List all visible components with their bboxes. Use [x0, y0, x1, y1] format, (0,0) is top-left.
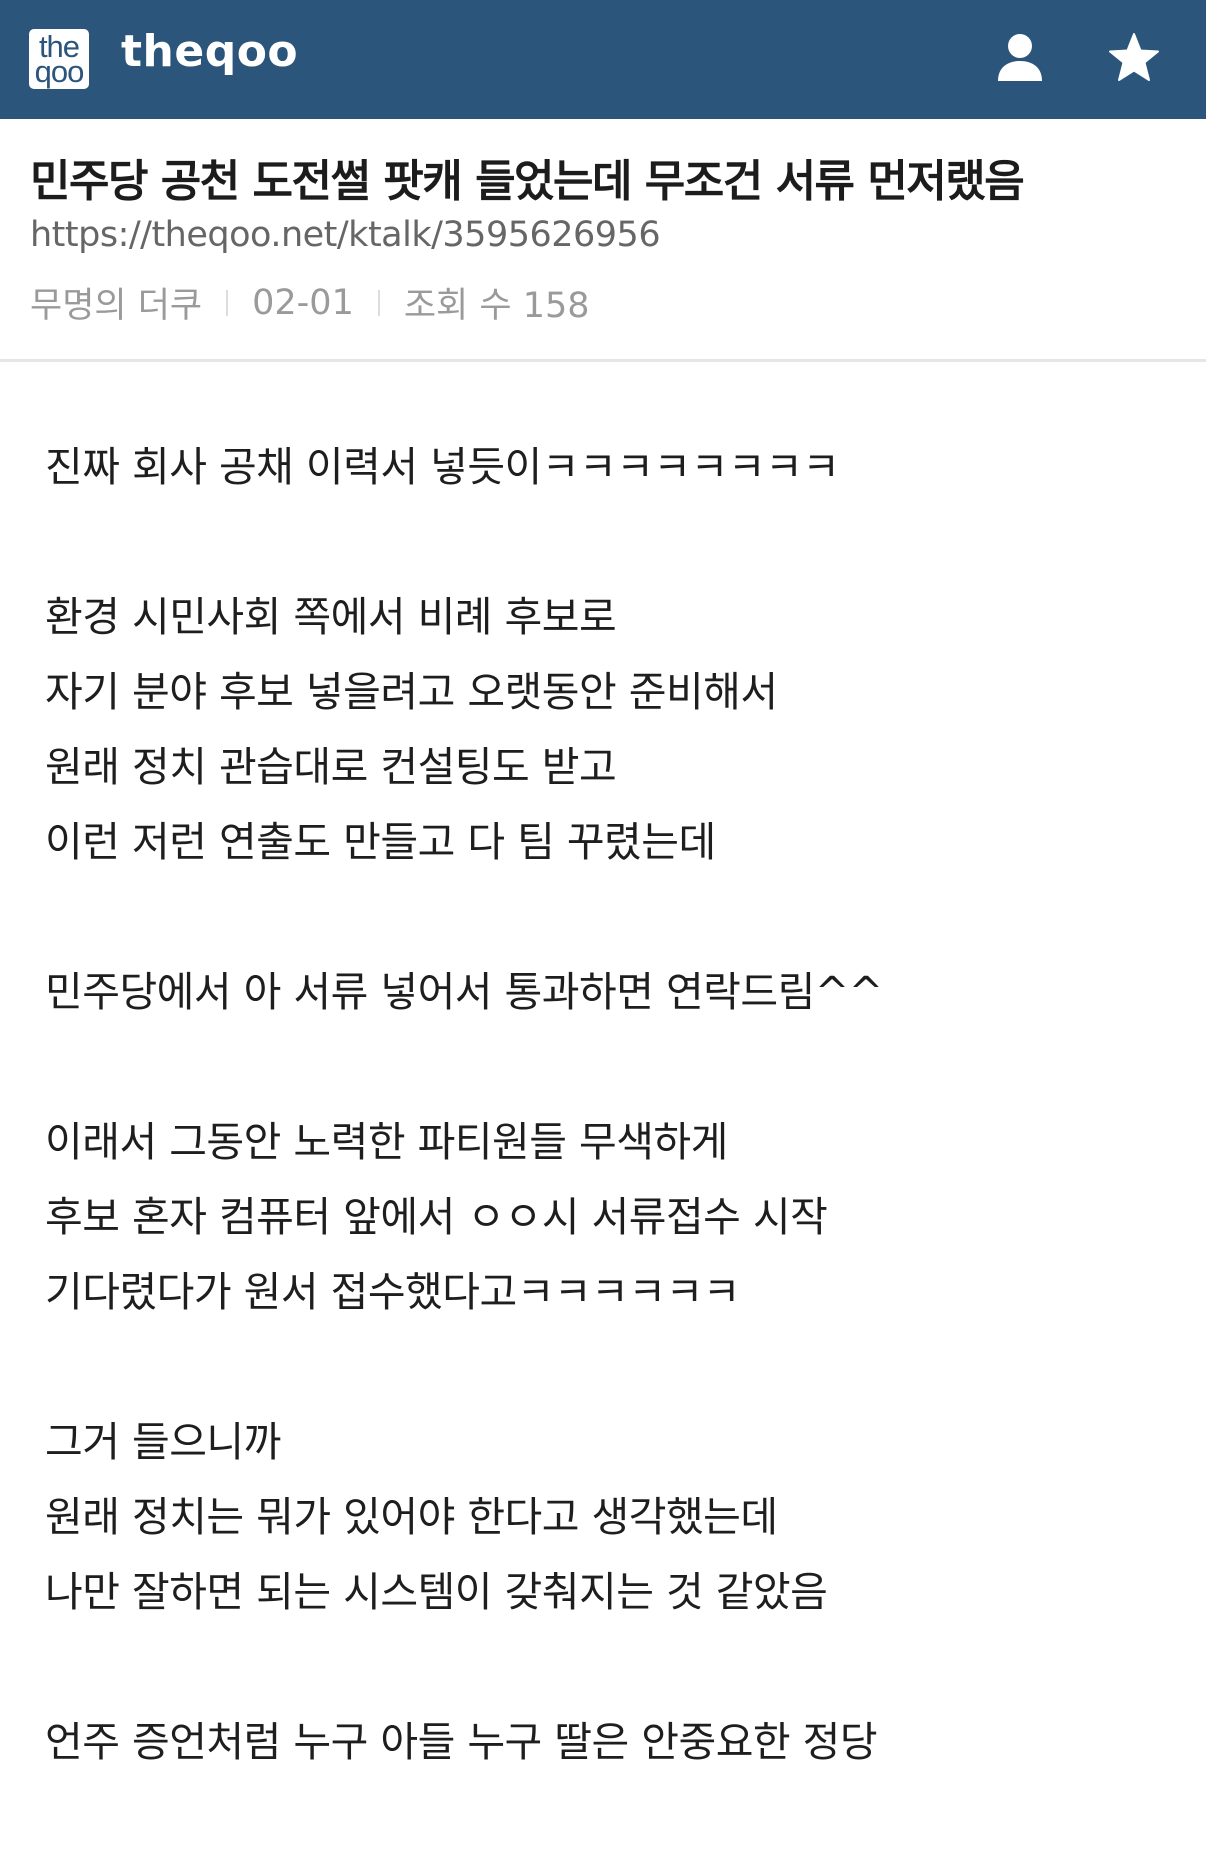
top-navigation-bar: the qoo theqoo	[0, 0, 1206, 119]
post-body: 진짜 회사 공채 이력서 넣듯이ㅋㅋㅋㅋㅋㅋㅋㅋ 환경 시민사회 쪽에서 비례 후…	[45, 430, 1185, 1780]
body-line: 언주 증언처럼 누구 아들 누구 딸은 안중요한 정당	[45, 1718, 878, 1766]
user-icon-svg	[998, 34, 1042, 81]
body-line: 그거 들으니까	[45, 1418, 281, 1466]
post-title: 민주당 공천 도전썰 팟캐 들었는데 무조건 서류 먼저랬음	[30, 156, 1025, 207]
body-line: 민주당에서 아 서류 넣어서 통과하면 연락드림^^	[45, 968, 883, 1016]
body-line: 자기 분야 후보 넣을려고 오랫동안 준비해서	[45, 668, 778, 716]
post-meta: 무명의 더쿠 02-01 조회 수 158	[30, 277, 590, 328]
post-date: 02-01	[252, 282, 354, 323]
user-icon[interactable]	[992, 30, 1048, 86]
body-line: 환경 시민사회 쪽에서 비례 후보로	[45, 593, 617, 641]
body-line: 이래서 그동안 노력한 파티원들 무색하게	[45, 1118, 728, 1166]
body-line: 진짜 회사 공채 이력서 넣듯이ㅋㅋㅋㅋㅋㅋㅋㅋ	[45, 443, 840, 491]
body-line: 원래 정치는 뭐가 있어야 한다고 생각했는데	[45, 1493, 778, 1541]
star-icon[interactable]	[1106, 30, 1162, 86]
body-line: 나만 잘하면 되는 시스템이 갖춰지는 것 같았음	[45, 1568, 828, 1616]
theqoo-logo[interactable]: the qoo	[29, 29, 89, 89]
meta-divider	[226, 289, 229, 316]
body-line: 이런 저런 연출도 만들고 다 팀 꾸렸는데	[45, 818, 716, 866]
post-header: 민주당 공천 도전썰 팟캐 들었는데 무조건 서류 먼저랬음 https://t…	[0, 119, 1206, 362]
body-line: 후보 혼자 컴퓨터 앞에서 ㅇㅇ시 서류접수 시작	[45, 1193, 828, 1241]
meta-divider	[377, 289, 380, 316]
post-url[interactable]: https://theqoo.net/ktalk/3595626956	[30, 215, 661, 255]
post-views: 조회 수 158	[403, 286, 590, 326]
body-line: 원래 정치 관습대로 컨설팅도 받고	[45, 743, 617, 791]
site-name[interactable]: theqoo	[121, 26, 298, 77]
logo-line-2: qoo	[34, 54, 85, 89]
post-author: 무명의 더쿠	[30, 286, 203, 326]
star-icon-svg	[1109, 33, 1159, 81]
body-line: 기다렸다가 원서 접수했다고ㅋㅋㅋㅋㅋㅋ	[45, 1268, 741, 1316]
